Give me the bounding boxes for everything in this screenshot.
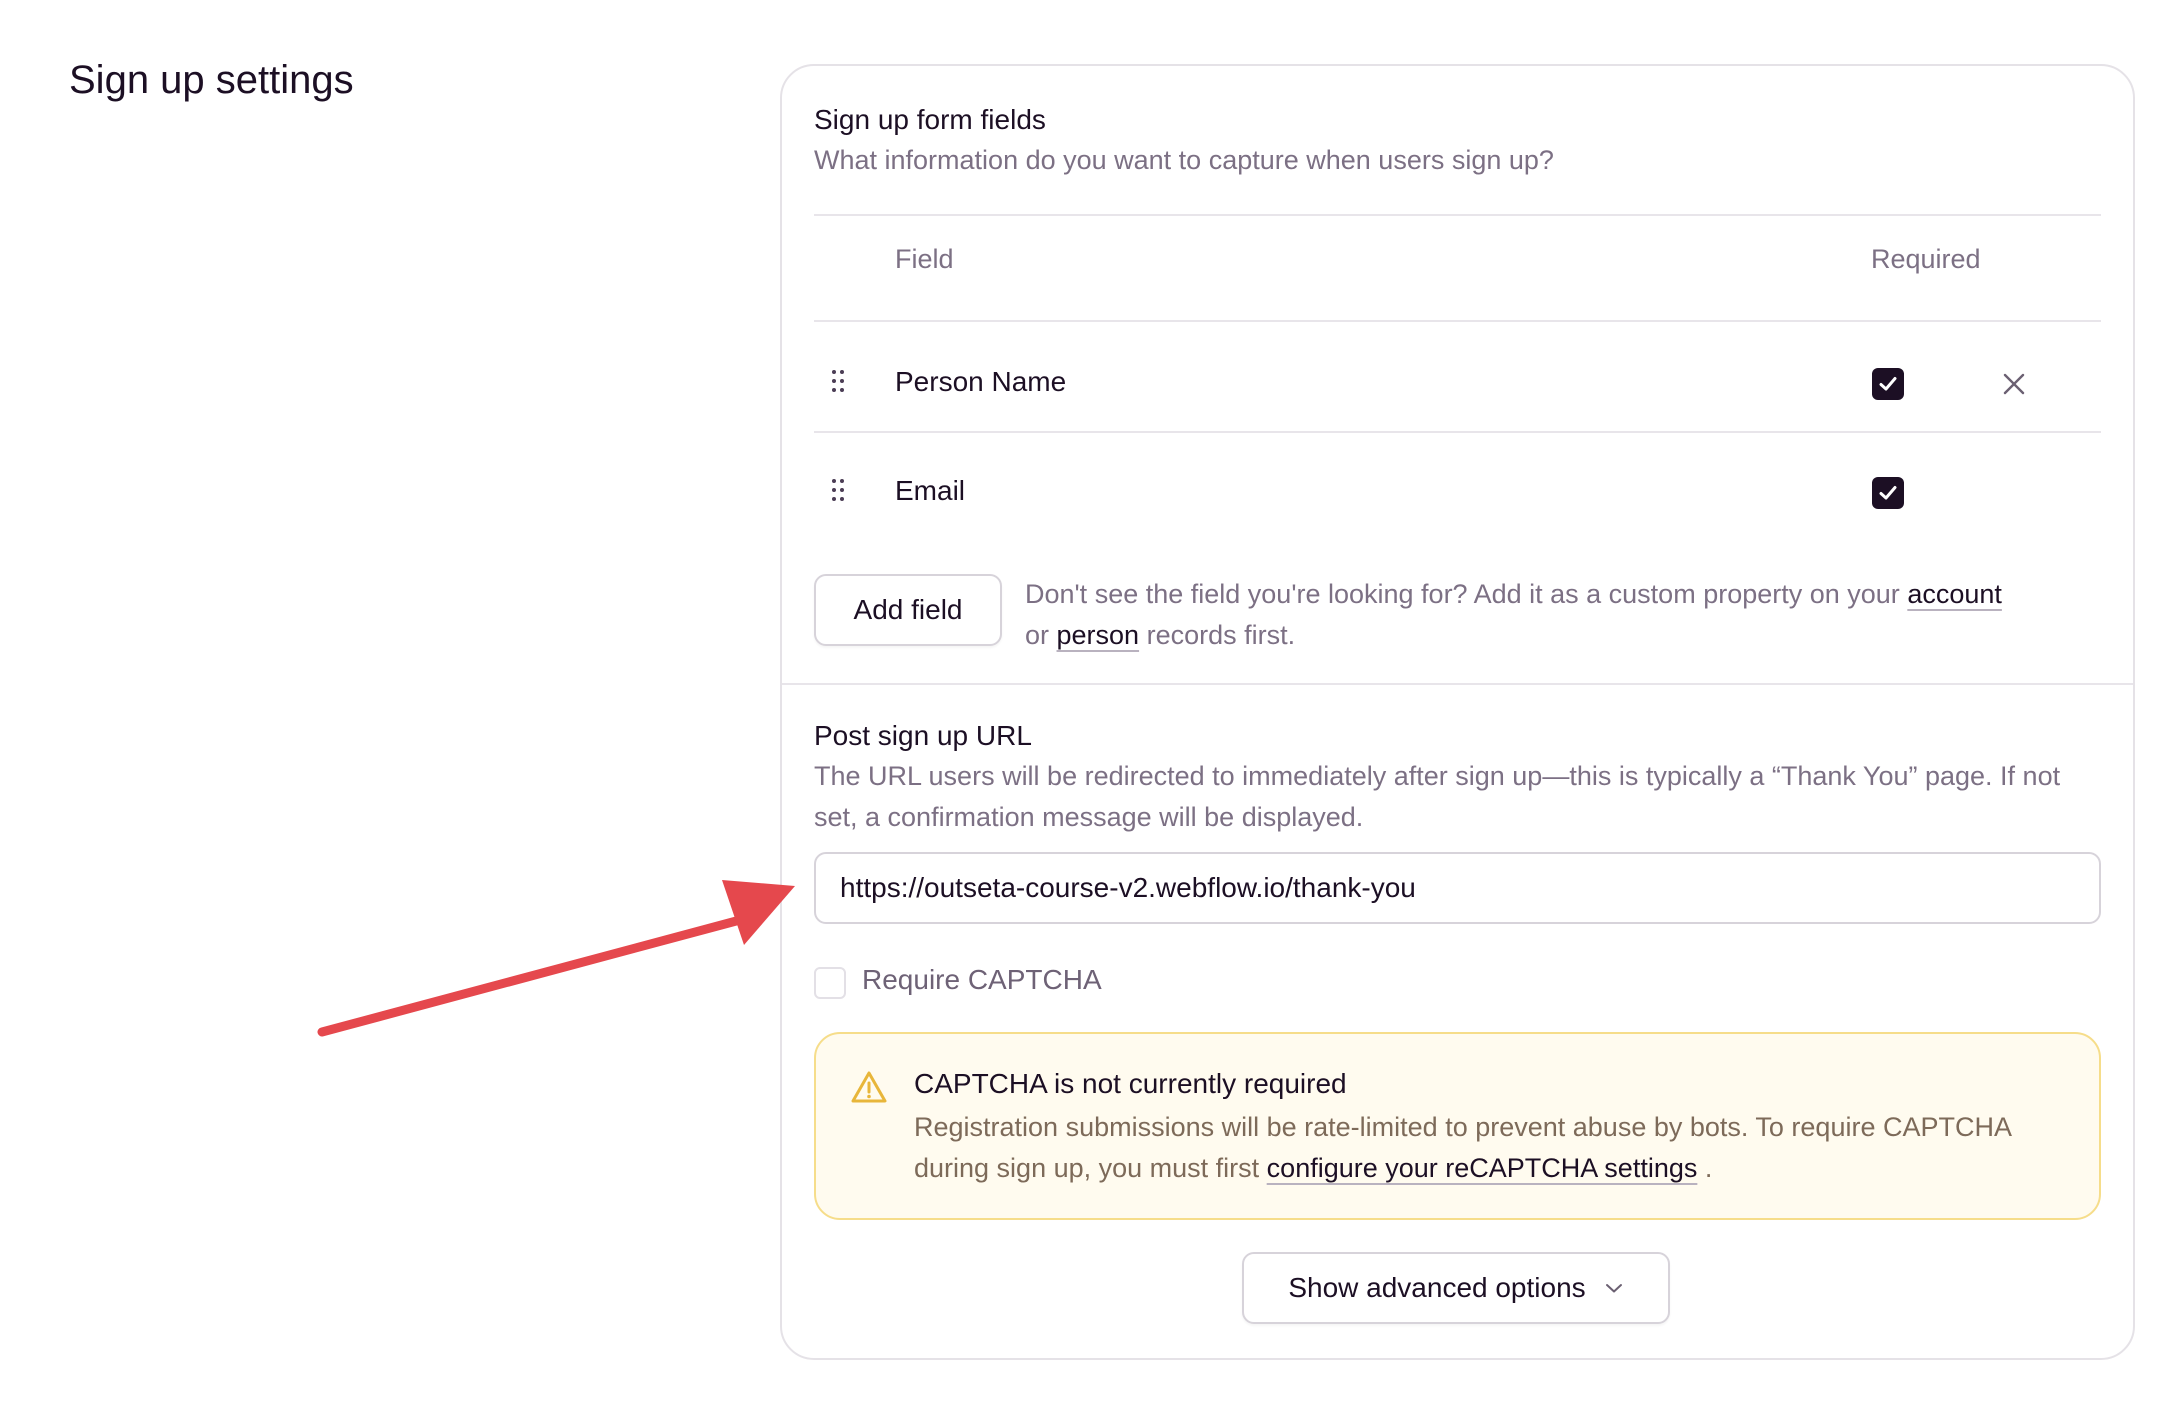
- divider: [814, 320, 2101, 322]
- signup-fields-header: Sign up form fields What information do …: [814, 100, 2101, 181]
- fields-table-header: Field Required: [814, 216, 2101, 302]
- drag-handle-icon[interactable]: [832, 479, 848, 505]
- signup-fields-title: Sign up form fields: [814, 104, 1046, 135]
- post-signup-url-input[interactable]: [814, 852, 2101, 924]
- post-signup-header: Post sign up URL The URL users will be r…: [814, 716, 2101, 838]
- add-field-button[interactable]: Add field: [814, 574, 1002, 646]
- require-captcha-checkbox[interactable]: [814, 967, 846, 999]
- add-field-help: Don't see the field you're looking for? …: [1025, 574, 2025, 656]
- field-label: Person Name: [895, 366, 1067, 397]
- add-field-row: Add field Don't see the field you're loo…: [814, 574, 2101, 674]
- post-signup-title: Post sign up URL: [814, 720, 1032, 751]
- field-row-email: Email: [814, 439, 2101, 549]
- alert-title: CAPTCHA is not currently required: [914, 1068, 1347, 1099]
- checkmark-icon: [1879, 377, 1897, 391]
- help-text: records first.: [1139, 620, 1296, 650]
- drag-handle-icon[interactable]: [832, 370, 848, 396]
- column-header-field: Field: [895, 244, 954, 274]
- warning-icon: [851, 1071, 887, 1103]
- close-icon: [2003, 373, 2025, 395]
- chevron-down-icon: [1605, 1284, 1622, 1293]
- column-header-required: Required: [1871, 244, 1981, 274]
- signup-settings-card: Sign up form fields What information do …: [780, 64, 2135, 1360]
- checkmark-icon: [1879, 486, 1897, 500]
- page-title: Sign up settings: [69, 58, 354, 102]
- field-row-person-name: Person Name: [814, 330, 2101, 440]
- field-label: Email: [895, 475, 966, 506]
- divider: [814, 431, 2101, 433]
- advanced-options-label: Show advanced options: [1288, 1272, 1586, 1303]
- required-checkbox[interactable]: [1872, 368, 1904, 400]
- captcha-warning-alert: CAPTCHA is not currently required Regist…: [814, 1032, 2101, 1220]
- show-advanced-options-button[interactable]: Show advanced options: [1242, 1252, 1670, 1324]
- help-text: Don't see the field you're looking for? …: [1025, 579, 1908, 609]
- configure-recaptcha-link[interactable]: configure your reCAPTCHA settings: [1267, 1153, 1698, 1183]
- page: Sign up settings Sign up form fields Wha…: [0, 0, 2176, 1412]
- require-captcha-option: Require CAPTCHA: [814, 962, 1214, 1002]
- alert-body: Registration submissions will be rate-li…: [914, 1107, 2014, 1189]
- signup-fields-description: What information do you want to capture …: [814, 145, 1554, 175]
- remove-field-button[interactable]: [2000, 370, 2028, 398]
- require-captcha-label[interactable]: Require CAPTCHA: [862, 964, 1102, 996]
- help-text: or: [1025, 620, 1057, 650]
- post-signup-description: The URL users will be redirected to imme…: [814, 761, 2061, 832]
- account-link[interactable]: account: [1907, 579, 2002, 609]
- required-checkbox[interactable]: [1872, 477, 1904, 509]
- person-link[interactable]: person: [1057, 620, 1140, 650]
- section-divider: [782, 683, 2133, 685]
- alert-text: .: [1697, 1153, 1713, 1183]
